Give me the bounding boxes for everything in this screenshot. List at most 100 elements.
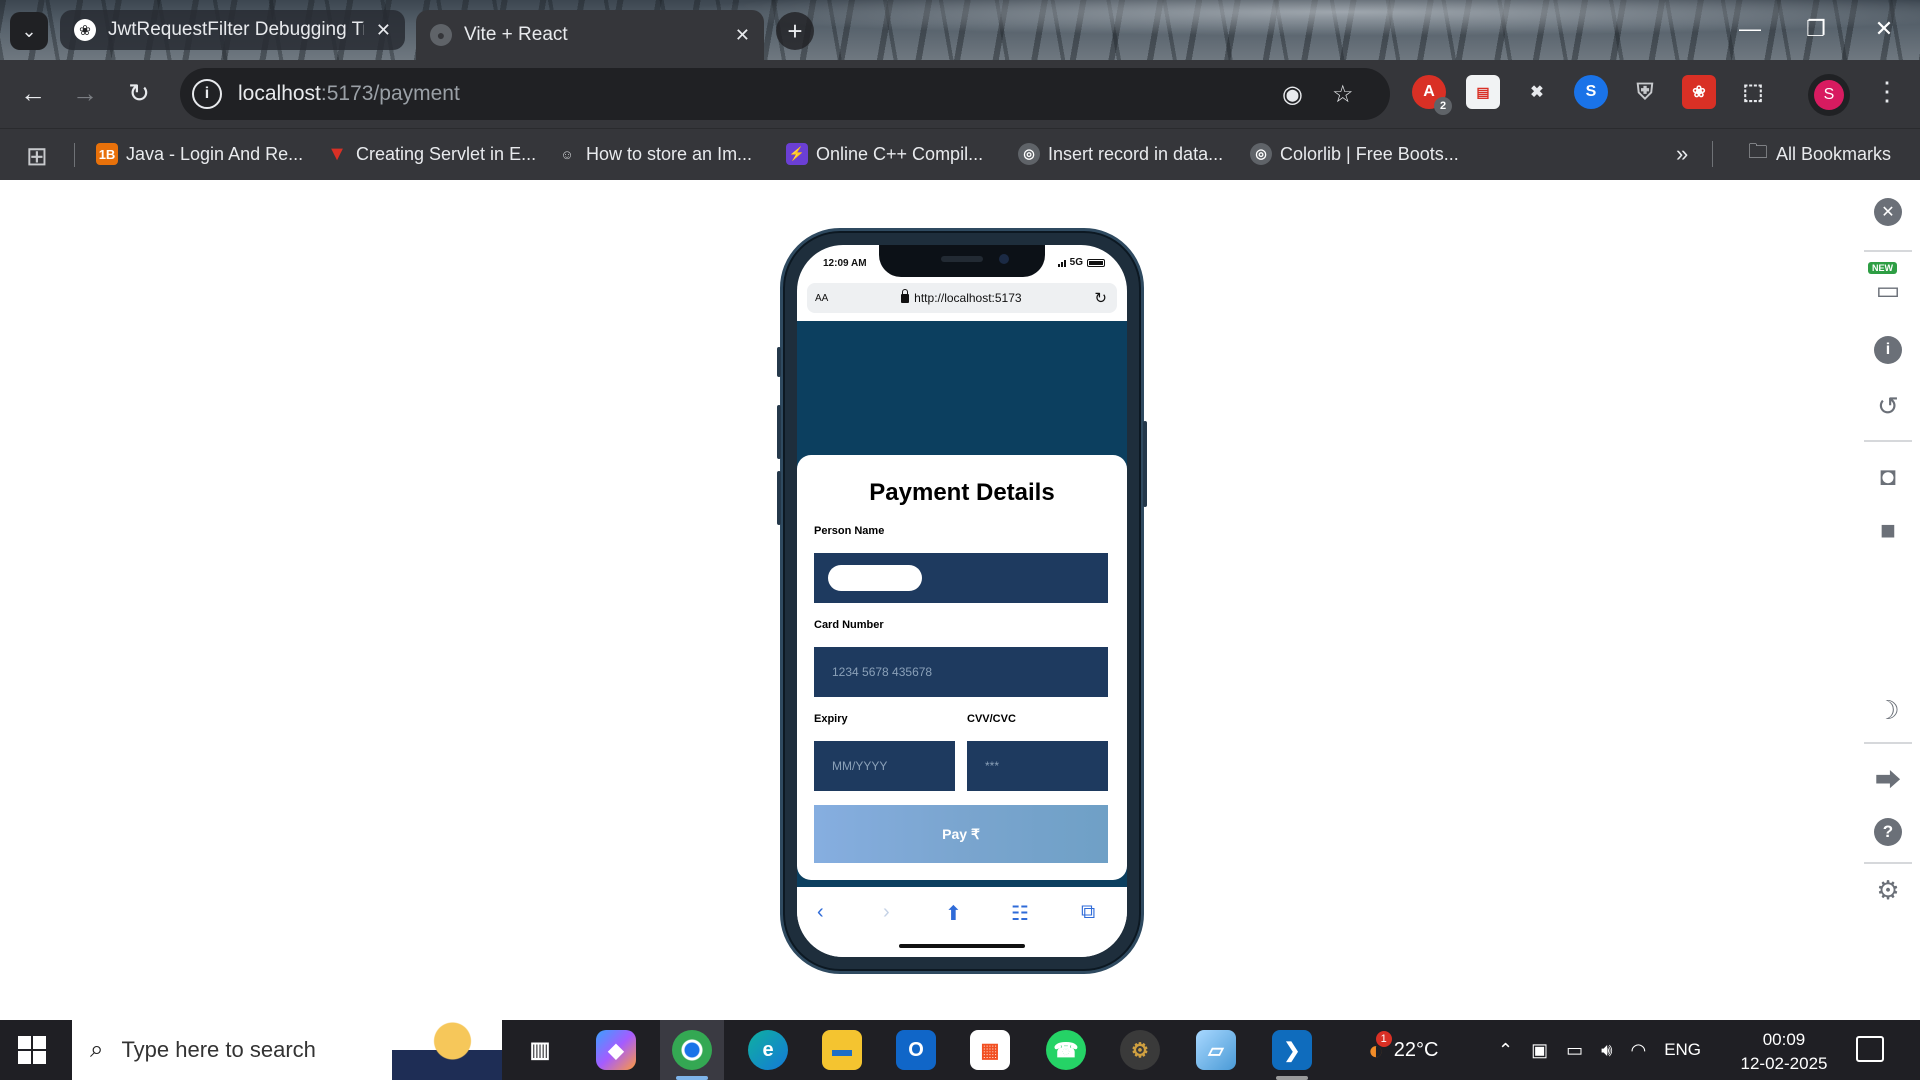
minimize-icon: — (1739, 16, 1761, 41)
notification-center-icon[interactable] (1856, 1036, 1884, 1062)
tabs-icon[interactable]: ⧉ (1081, 901, 1095, 924)
close-panel-button[interactable]: ✕ (1872, 196, 1904, 228)
bookmark-store-image[interactable]: ☺ How to store an Im... (556, 141, 752, 167)
eye-off-icon[interactable]: ◉ (1282, 80, 1303, 109)
video-camera-icon: ■ (1880, 514, 1896, 545)
tab-search-button[interactable]: ⌄ (10, 12, 48, 50)
bookmark-label: Online C++ Compil... (816, 143, 984, 164)
more-bookmarks-button[interactable]: » (1676, 141, 1688, 167)
bookmark-creating-servlet[interactable]: ▼ Creating Servlet in E... (326, 141, 536, 167)
forward-button[interactable]: → (64, 72, 106, 114)
card-number-input[interactable]: 1234 5678 435678 (814, 647, 1108, 697)
battery-icon[interactable]: ▭ (1566, 1040, 1583, 1061)
outlook-app[interactable]: O (896, 1030, 936, 1070)
share-icon[interactable]: ⬆ (945, 901, 962, 926)
notepad-app[interactable]: ▱ (1196, 1030, 1236, 1070)
shield-extension-icon[interactable]: ⛨ (1628, 75, 1662, 109)
menu-button[interactable]: ⋮ (1874, 76, 1900, 107)
excel-extension-icon[interactable]: ✖ (1520, 75, 1554, 109)
system-clock[interactable]: 00:09 12-02-2025 (1734, 1028, 1834, 1076)
shazam-extension-icon[interactable]: S (1574, 75, 1608, 109)
help-button[interactable]: ? (1872, 816, 1904, 848)
search-placeholder: Type here to search (121, 1037, 316, 1062)
address-bar[interactable]: i localhost:5173/payment ◉ ☆ (180, 68, 1390, 120)
task-view-button[interactable]: ▥ (520, 1030, 560, 1070)
gear-icon: ⚙ (1131, 1039, 1149, 1062)
reader-aa-button[interactable]: AA (815, 293, 828, 304)
close-icon[interactable]: ✕ (735, 25, 750, 46)
tab-vite-react[interactable]: ● Vite + React ✕ (416, 10, 764, 60)
close-window-button[interactable]: ✕ (1854, 6, 1914, 52)
paw-extension-icon[interactable]: ❀ (1682, 75, 1716, 109)
screenshot-button[interactable]: ◘ (1872, 460, 1904, 492)
vscode-icon: ❯ (1283, 1039, 1301, 1062)
bookmark-insert-record[interactable]: ◎ Insert record in data... (1018, 141, 1223, 167)
cvv-input[interactable]: *** (967, 741, 1108, 791)
safari-address-bar[interactable]: AA http://localhost:5173 ↻ (807, 283, 1117, 313)
meet-now-icon[interactable]: ▣ (1531, 1040, 1548, 1061)
new-tab-button[interactable]: + (776, 12, 814, 50)
volume-icon[interactable]: 🔊︎ (1601, 1040, 1612, 1061)
back-button[interactable]: ← (12, 72, 54, 114)
share-button[interactable]: ⮕ (1872, 762, 1904, 795)
restore-button[interactable]: ❐ (1786, 6, 1846, 52)
calendar-extension-icon[interactable]: ▤ (1466, 75, 1500, 109)
whatsapp-app[interactable]: ☎ (1046, 1030, 1086, 1070)
restore-icon: ❐ (1806, 16, 1826, 41)
copilot-app[interactable]: ◆ (596, 1030, 636, 1070)
person-name-input[interactable] (814, 553, 1108, 603)
close-icon[interactable]: ✕ (376, 20, 391, 41)
vscode-app[interactable]: ❯ (1272, 1030, 1312, 1070)
microsoft-store-app[interactable]: ▦ (970, 1030, 1010, 1070)
info-button[interactable]: i (1872, 334, 1904, 366)
wifi-icon[interactable]: ◠ (1630, 1040, 1646, 1061)
bookmark-colorlib[interactable]: ◎ Colorlib | Free Boots... (1250, 141, 1459, 167)
adblock-extension-icon[interactable]: A 2 (1412, 75, 1452, 115)
chevron-right-icon[interactable]: › (883, 901, 890, 924)
safari-url[interactable]: http://localhost:5173 (828, 288, 1094, 305)
dark-mode-button[interactable]: ☽ (1872, 694, 1904, 726)
page-viewport: 12:09 AM 5G AA http://localhost:5173 ↻ P… (0, 180, 1920, 1020)
site-info-icon[interactable]: i (192, 79, 222, 109)
file-explorer-app[interactable]: ▬ (822, 1030, 862, 1070)
new-badge: NEW (1868, 262, 1897, 274)
apps-grid-icon[interactable]: ⊞ (26, 141, 48, 172)
minimize-button[interactable]: — (1720, 6, 1780, 52)
chevron-up-icon[interactable]: ⌃ (1498, 1040, 1513, 1061)
settings-gear-app[interactable]: ⚙ (1120, 1030, 1160, 1070)
reload-button[interactable]: ↻ (118, 72, 160, 114)
chrome-app[interactable] (672, 1030, 712, 1070)
expiry-input[interactable]: MM/YYYY (814, 741, 955, 791)
windows-logo-icon (33, 1036, 46, 1049)
record-button[interactable]: ■ (1872, 514, 1904, 546)
avatar: S (1814, 80, 1844, 110)
search-icon: ⌕ (90, 1036, 104, 1063)
url-text[interactable]: localhost:5173/payment (238, 82, 460, 106)
reload-icon[interactable]: ↻ (1094, 289, 1107, 307)
device-select-button[interactable]: ▭ (1872, 274, 1904, 306)
network-type: 5G (1069, 257, 1083, 268)
extensions-button[interactable]: ⬚ (1736, 75, 1770, 109)
edge-app[interactable]: e (748, 1030, 788, 1070)
bookmark-star-icon[interactable]: ☆ (1332, 80, 1354, 109)
url-path: :5173/payment (320, 82, 460, 105)
bookmark-label: Insert record in data... (1048, 143, 1224, 164)
bookmarks-book-icon[interactable]: ☷ (1011, 901, 1029, 926)
rotate-button[interactable]: ↺ (1872, 390, 1904, 422)
language-indicator[interactable]: ENG (1664, 1040, 1701, 1060)
chevron-left-icon[interactable]: ‹ (817, 901, 824, 924)
all-bookmarks-button[interactable]: 🗀 All Bookmarks (1748, 141, 1891, 167)
taskbar-search[interactable]: ⌕ Type here to search (72, 1020, 502, 1080)
bookmark-java-login[interactable]: 1B Java - Login And Re... (96, 141, 303, 167)
tab-jwt-debugging[interactable]: ❀ JwtRequestFilter Debugging Tip ✕ (60, 10, 405, 50)
chrome-active-indicator (676, 1076, 708, 1080)
weather-widget[interactable]: ◐ 1 22°C (1368, 1020, 1438, 1080)
bookmark-online-cpp[interactable]: ⚡ Online C++ Compil... (786, 141, 983, 167)
expiry-label: Expiry (814, 713, 848, 725)
shield-icon: ⛨ (1636, 79, 1654, 104)
settings-button[interactable]: ⚙ (1872, 874, 1904, 906)
profile-button[interactable]: S (1808, 74, 1850, 116)
battery-icon (1087, 258, 1105, 267)
pay-button[interactable]: Pay ₹ (814, 805, 1108, 863)
start-button[interactable] (18, 1036, 46, 1064)
